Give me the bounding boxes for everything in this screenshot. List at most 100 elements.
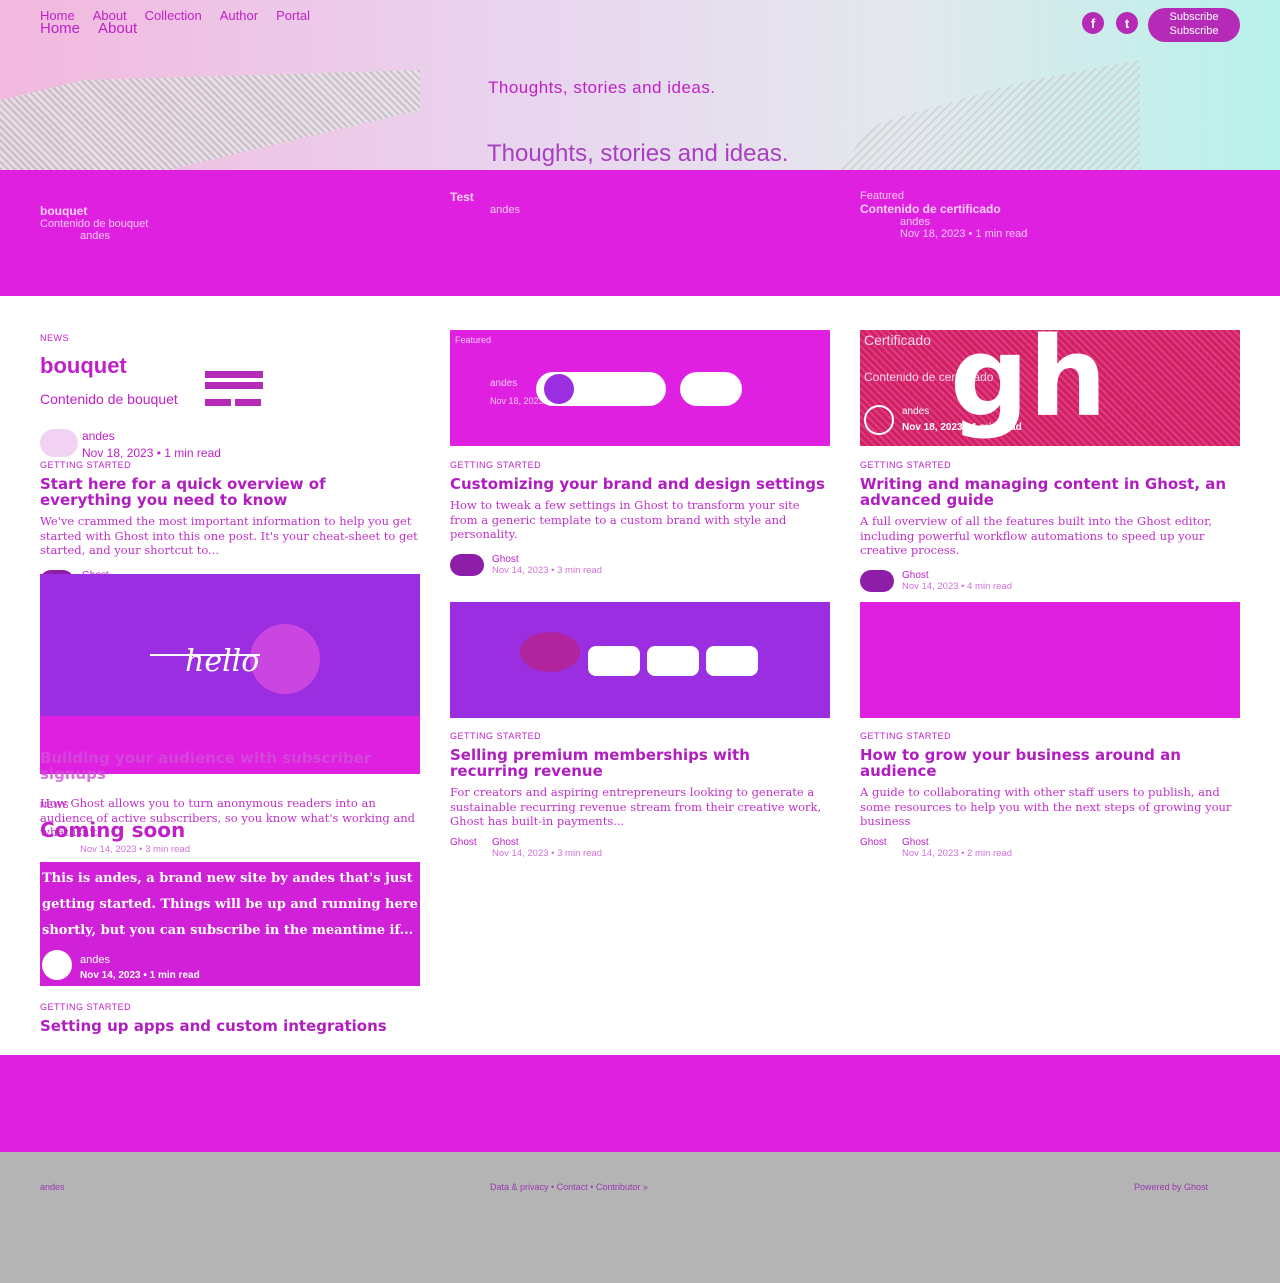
post-title[interactable]: Start here for a quick overview of every… [40,476,420,508]
post-excerpt: This is andes, a brand new site by andes… [42,871,418,938]
post-tag: Getting Started [40,1002,132,1012]
author-avatar[interactable] [860,569,894,592]
post-author[interactable]: andes [82,429,221,443]
nav-item-collection[interactable]: Collection [145,8,202,23]
site-footer: andes Data & privacy • Contact • Contrib… [0,1152,1280,1283]
post-date: Nov 14, 2023 • 1 min read [80,970,200,981]
featured-date: Nov 18, 2023 • 1 min read [900,228,1028,240]
header-texture-left [0,70,420,170]
featured-author: andes [80,230,110,242]
post-tag: Featured [455,335,492,345]
bouquet-image [205,371,263,407]
post-author: andes [490,378,518,389]
post-tag: News [40,333,69,343]
post-author: andes [902,406,930,417]
secondary-nav: Home About [40,20,137,37]
twitter-icon[interactable]: t [1116,12,1138,34]
post-card[interactable]: Getting Started Start here for a quick o… [40,460,420,592]
post-title[interactable]: Customizing your brand and design settin… [450,476,830,492]
post-author[interactable]: Ghost [492,837,602,848]
post-excerpt: We've crammed the most important informa… [40,514,418,557]
featured-title: Contenido de certificado [860,202,1001,216]
post-date: Nov 18, 2023 • 1 min read [902,422,1022,433]
post-tag: Certificado [864,332,931,348]
post-meta: Ghost Ghost Nov 14, 2023 • 2 min read [860,837,1240,859]
subscribe-button[interactable]: Subscribe Subscribe [1148,8,1240,42]
footer-links[interactable]: Data & privacy • Contact • Contributor » [490,1182,648,1192]
post-excerpt: For creators and aspiring entrepreneurs … [450,785,822,828]
post-tag: Getting Started [450,731,542,741]
author-avatar[interactable] [40,429,78,457]
post-excerpt: A guide to collaborating with other staf… [860,785,1232,828]
post-date: Nov 14, 2023 • 2 min read [902,848,1013,859]
post-meta: Ghost Ghost Nov 14, 2023 • 3 min read [450,837,830,859]
post-meta: Ghost Nov 14, 2023 • 3 min read [450,553,830,576]
featured-tag: Featured [860,190,905,202]
post-card[interactable]: Getting Started Setting up apps and cust… [40,1002,420,1034]
post-tag: Getting Started [40,460,132,470]
footer-band [0,1055,1280,1152]
featured-item[interactable]: Test andes [450,190,520,216]
post-meta: andes Nov 18, 2023 • 1 min read [40,429,420,460]
post-image-test[interactable]: Featured andes Nov 18, 2023 • 1 min read [450,330,830,446]
post-date: Nov 14, 2023 • 3 min read [492,564,603,576]
post-author[interactable]: Ghost [902,837,1012,848]
post-tag: Getting Started [860,731,952,741]
post-tag: Getting Started [860,460,952,470]
author-avatar[interactable]: Ghost [860,837,894,848]
post-excerpt: A full overview of all the features buil… [860,514,1212,557]
post-title[interactable]: Coming soon [40,818,420,842]
post-meta: Ghost Nov 14, 2023 • 4 min read [860,569,1240,592]
featured-item[interactable]: Featured Contenido de certificado andes … [860,190,1027,240]
post-image-memberships[interactable] [450,602,830,718]
social-links: f t [1082,12,1138,34]
featured-item[interactable]: bouquet Contenido de bouquet andes [40,204,148,242]
nav-item-author[interactable]: Author [220,8,258,23]
post-title[interactable]: Writing and managing content in Ghost, a… [860,476,1240,508]
site-header: Home About Collection Author Portal Home… [0,0,1280,170]
footer-powered-by[interactable]: Powered by Ghost [1134,1182,1208,1192]
subscribe-label-secondary: Subscribe [1169,25,1219,37]
post-card-coming-soon[interactable]: News Coming soon [40,800,420,842]
nav-item-portal[interactable]: Portal [276,8,310,23]
post-card[interactable]: Getting Started Selling premium membersh… [450,731,830,859]
post-image-grow[interactable] [860,602,1240,718]
post-tag: Getting Started [450,460,542,470]
author-avatar [42,950,72,980]
nav-item-about[interactable]: About [98,20,137,37]
nav-item-home[interactable]: Home [40,20,80,37]
subscribe-label: Subscribe [1169,11,1219,23]
featured-author: andes [900,216,930,228]
featured-title: bouquet [40,204,88,218]
post-meta: Nov 14, 2023 • 3 min read [80,844,420,855]
featured-subtitle: Contenido de bouquet [40,218,149,230]
hello-script: hello [185,644,260,679]
author-avatar[interactable]: Ghost [450,837,484,848]
post-title[interactable]: Setting up apps and custom integrations [40,1018,420,1034]
footer-copyright[interactable]: andes [40,1182,65,1192]
post-author[interactable]: Ghost [492,554,602,565]
site-tagline-ghost: Thoughts, stories and ideas. [488,78,716,97]
post-image-certificado[interactable]: Certificado Contenido de certificado gh … [860,330,1240,446]
post-card[interactable]: Getting Started Writing and managing con… [860,460,1240,592]
site-tagline: Thoughts, stories and ideas. [487,140,789,167]
post-date: Nov 18, 2023 • 1 min read [82,446,221,460]
post-date: Nov 14, 2023 • 3 min read [80,843,191,855]
facebook-icon[interactable]: f [1082,12,1104,34]
post-tag: News [40,800,69,810]
author-avatar [864,405,894,435]
post-title[interactable]: Selling premium memberships with recurri… [450,747,830,779]
post-author[interactable]: Ghost [902,570,1012,581]
post-card[interactable]: Getting Started Customizing your brand a… [450,460,830,576]
post-card[interactable]: Getting Started How to grow your busines… [860,731,1240,859]
featured-author: andes [490,204,520,216]
post-excerpt: How to tweak a few settings in Ghost to … [450,498,800,541]
featured-strip: bouquet Contenido de bouquet andes Test … [0,170,1280,296]
post-title[interactable]: How to grow your business around an audi… [860,747,1240,779]
post-title[interactable]: Building your audience with subscriber s… [40,750,420,782]
post-date: Nov 14, 2023 • 4 min read [902,580,1013,592]
author-avatar[interactable] [450,553,484,576]
post-card-bouquet[interactable]: News bouquet Contenido de bouquet andes … [40,333,420,460]
featured-title: Test [450,190,474,204]
post-image-coming-soon[interactable]: This is andes, a brand new site by andes… [40,862,420,986]
